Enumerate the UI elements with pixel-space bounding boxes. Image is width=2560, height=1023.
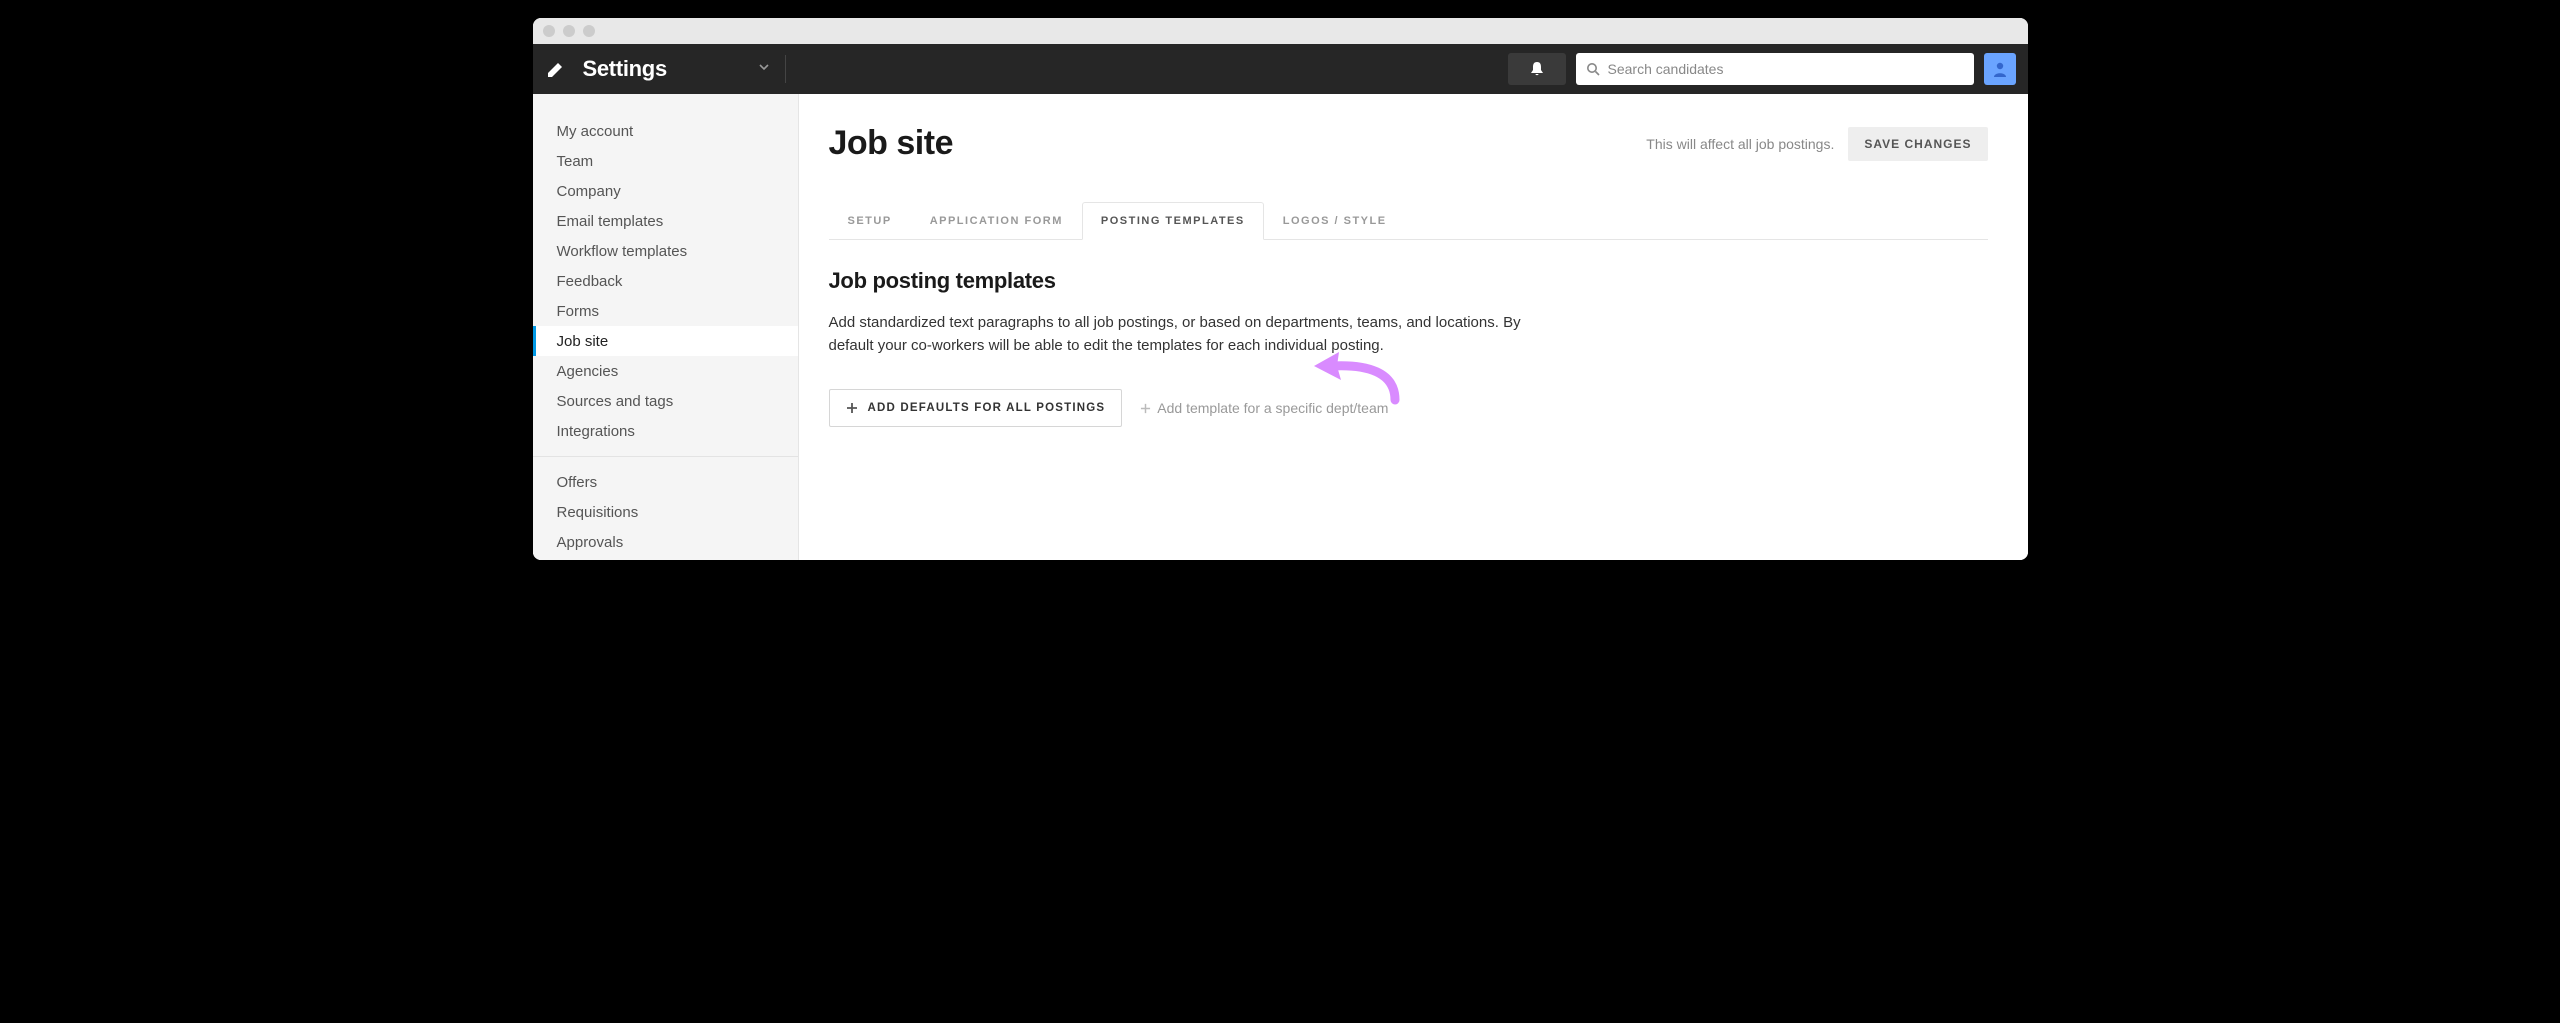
search-icon <box>1586 62 1600 76</box>
nav-dropdown-caret-icon[interactable] <box>757 60 771 79</box>
add-defaults-label: ADD DEFAULTS FOR ALL POSTINGS <box>868 402 1106 414</box>
search-wrapper[interactable] <box>1576 53 1974 85</box>
traffic-minimize[interactable] <box>563 25 575 37</box>
notifications-button[interactable] <box>1508 53 1566 85</box>
sidebar-item-approvals[interactable]: Approvals <box>533 527 798 557</box>
app-logo-icon[interactable] <box>545 58 567 80</box>
add-defaults-button[interactable]: ADD DEFAULTS FOR ALL POSTINGS <box>829 389 1123 427</box>
tab-posting-templates[interactable]: POSTING TEMPLATES <box>1082 202 1264 240</box>
save-changes-button[interactable]: SAVE CHANGES <box>1848 127 1987 161</box>
actions-row: ADD DEFAULTS FOR ALL POSTINGS Add templa… <box>829 389 1988 427</box>
main-content: Job site This will affect all job postin… <box>799 94 2028 560</box>
sidebar-item-offers[interactable]: Offers <box>533 467 798 497</box>
plus-icon <box>846 402 858 414</box>
sidebar-item-forms[interactable]: Forms <box>533 296 798 326</box>
sidebar: My accountTeamCompanyEmail templatesWork… <box>533 94 799 560</box>
app-body: My accountTeamCompanyEmail templatesWork… <box>533 94 2028 560</box>
sidebar-item-team[interactable]: Team <box>533 146 798 176</box>
tab-application-form[interactable]: APPLICATION FORM <box>911 202 1082 240</box>
sidebar-item-workflow-templates[interactable]: Workflow templates <box>533 236 798 266</box>
sidebar-divider <box>533 456 798 457</box>
sidebar-item-requisitions[interactable]: Requisitions <box>533 497 798 527</box>
user-avatar[interactable] <box>1984 53 2016 85</box>
window-titlebar <box>533 18 2028 44</box>
topbar-title: Settings <box>583 56 667 82</box>
page-header-right: This will affect all job postings. SAVE … <box>1646 127 1987 161</box>
traffic-lights <box>543 25 595 37</box>
sidebar-item-company[interactable]: Company <box>533 176 798 206</box>
app-window: Settings My accountTeamCompany <box>533 18 2028 560</box>
sidebar-item-my-account[interactable]: My account <box>533 116 798 146</box>
tabs: SETUPAPPLICATION FORMPOSTING TEMPLATESLO… <box>829 201 1988 240</box>
topbar: Settings <box>533 44 2028 94</box>
page-header-note: This will affect all job postings. <box>1646 136 1834 152</box>
sidebar-item-job-site[interactable]: Job site <box>533 326 798 356</box>
tab-setup[interactable]: SETUP <box>829 202 911 240</box>
section-title: Job posting templates <box>829 268 1988 294</box>
page-title: Job site <box>829 124 953 163</box>
add-specific-template-button[interactable]: Add template for a specific dept/team <box>1140 400 1388 416</box>
sidebar-item-agencies[interactable]: Agencies <box>533 356 798 386</box>
bell-icon <box>1530 61 1544 77</box>
sidebar-item-email-templates[interactable]: Email templates <box>533 206 798 236</box>
sidebar-item-integrations[interactable]: Integrations <box>533 416 798 446</box>
sidebar-item-feedback[interactable]: Feedback <box>533 266 798 296</box>
plus-icon <box>1140 403 1151 414</box>
add-specific-template-label: Add template for a specific dept/team <box>1157 400 1388 416</box>
topbar-divider <box>785 55 786 83</box>
traffic-zoom[interactable] <box>583 25 595 37</box>
sidebar-item-sources-and-tags[interactable]: Sources and tags <box>533 386 798 416</box>
page-header: Job site This will affect all job postin… <box>829 124 1988 163</box>
search-input[interactable] <box>1608 61 1964 77</box>
section-description: Add standardized text paragraphs to all … <box>829 312 1539 357</box>
traffic-close[interactable] <box>543 25 555 37</box>
tab-logos-style[interactable]: LOGOS / STYLE <box>1264 202 1406 240</box>
